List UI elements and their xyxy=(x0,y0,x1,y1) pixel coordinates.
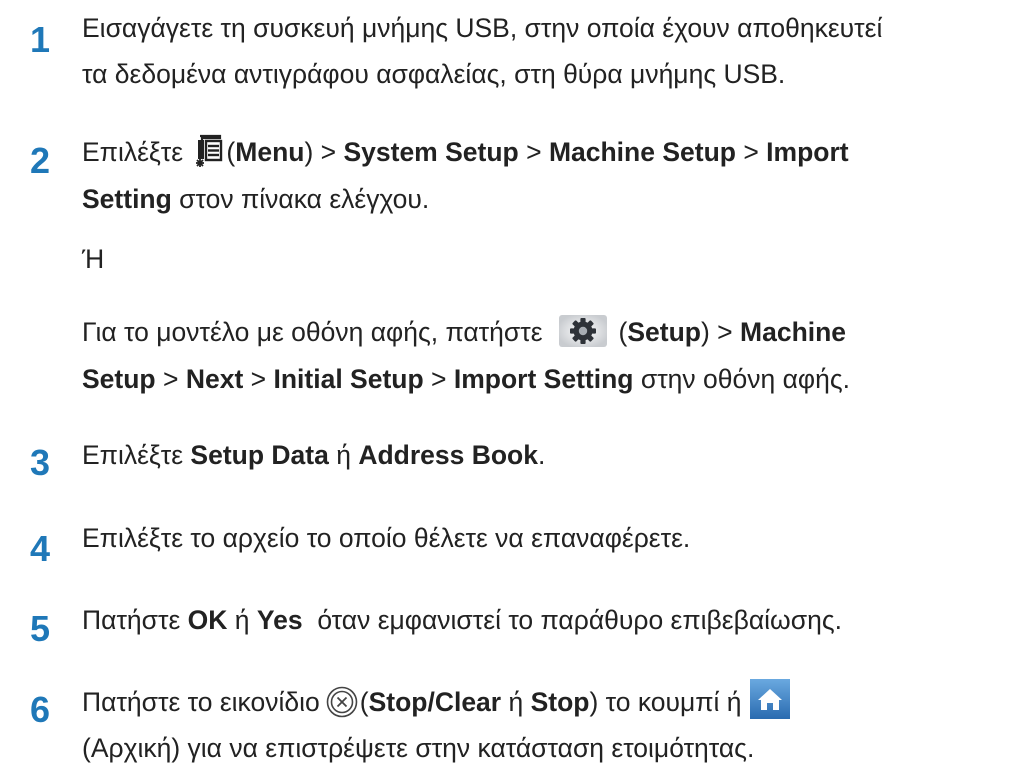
separator: > xyxy=(518,137,549,167)
paren-close: ) xyxy=(304,137,314,167)
step-1-line-1: Εισαγάγετε τη συσκευή μνήμης USB, στην ο… xyxy=(82,13,883,43)
paren-close: ) xyxy=(700,317,710,347)
touch-prefix: Για το μοντέλο με οθόνη αφής, πατήστε xyxy=(82,317,543,347)
stop-clear-icon xyxy=(326,686,358,718)
next-label: Next xyxy=(185,364,244,394)
touch-suffix: στην οθόνη αφής. xyxy=(633,364,850,394)
step-number: 2 xyxy=(30,140,51,181)
step-3-line: Επιλέξτε Setup Data ή Address Book. xyxy=(82,437,545,473)
step-2-suffix: στον πίνακα ελέγχου. xyxy=(171,184,430,214)
menu-icon xyxy=(194,133,224,167)
separator: > xyxy=(243,364,274,394)
home-icon xyxy=(749,679,790,719)
step-2-line-1: Επιλέξτε (Menu) > System Setup > Machine… xyxy=(82,134,849,171)
or-word: ή xyxy=(501,687,531,717)
step-4-line: Επιλέξτε το αρχείο το οποίο θέλετε να επ… xyxy=(82,523,691,553)
separator: > xyxy=(313,137,344,167)
menu-label: Menu xyxy=(235,137,305,167)
setup-data-label: Setup Data xyxy=(190,440,329,470)
import-setting-label: Import Setting xyxy=(453,364,634,394)
step-2-line-2: Setting στον πίνακα ελέγχου. xyxy=(82,181,429,217)
stop-label: Stop xyxy=(530,687,590,717)
step-number: 4 xyxy=(30,528,51,569)
step-5-line: Πατήστε OK ή Yes όταν εμφανιστεί το παρά… xyxy=(82,602,842,638)
or-text: Ή xyxy=(82,244,105,274)
step-2-prefix: Επιλέξτε xyxy=(82,137,191,167)
step-6-line-1: Πατήστε το εικονίδιο (Stop/Clear ή Stop)… xyxy=(82,679,790,724)
setting-label: Setting xyxy=(82,184,172,214)
paren-open: ( xyxy=(359,687,369,717)
step-3-suffix: . xyxy=(537,440,546,470)
setup-label: Setup xyxy=(82,364,156,394)
or-word: ή xyxy=(328,440,359,470)
address-book-label: Address Book xyxy=(358,440,538,470)
paren-close: ) xyxy=(589,687,599,717)
or-word: ή xyxy=(227,605,257,635)
step-number: 1 xyxy=(30,19,51,60)
separator: > xyxy=(709,317,741,347)
separator: > xyxy=(735,137,767,167)
system-setup-label: System Setup xyxy=(343,137,519,167)
separator: > xyxy=(423,364,454,394)
yes-label: Yes xyxy=(256,605,303,635)
step-6-mid: το κουμπί ή xyxy=(598,687,742,717)
step-6-line-2: (Αρχική) για να επιστρέψετε στην κατάστα… xyxy=(82,733,755,763)
gear-icon xyxy=(558,315,607,347)
import-label: Import xyxy=(766,137,849,167)
step-number: 6 xyxy=(30,689,51,730)
step-number: 5 xyxy=(30,608,51,649)
step-3-prefix: Επιλέξτε xyxy=(82,440,191,470)
machine-label: Machine xyxy=(740,317,847,347)
setup-label: Setup xyxy=(627,317,701,347)
initial-setup-label: Initial Setup xyxy=(273,364,424,394)
step-2-line-4: Για το μοντέλο με οθόνη αφής, πατήστε (S… xyxy=(82,314,846,350)
ok-label: OK xyxy=(187,605,228,635)
stop-clear-label: Stop/Clear xyxy=(368,687,502,717)
step-6-prefix: Πατήστε το εικονίδιο xyxy=(82,687,320,717)
step-1-line-2: τα δεδομένα αντιγράφου ασφαλείας, στη θύ… xyxy=(82,59,786,89)
paren-open: ( xyxy=(226,137,236,167)
machine-setup-label: Machine Setup xyxy=(548,137,736,167)
step-2-line-5: Setup > Next > Initial Setup > Import Se… xyxy=(82,361,850,397)
separator: > xyxy=(155,364,186,394)
step-number: 3 xyxy=(30,442,51,483)
step-5-prefix: Πατήστε xyxy=(82,605,188,635)
step-5-suffix: όταν εμφανιστεί το παράθυρο επιβεβαίωσης… xyxy=(302,605,842,635)
